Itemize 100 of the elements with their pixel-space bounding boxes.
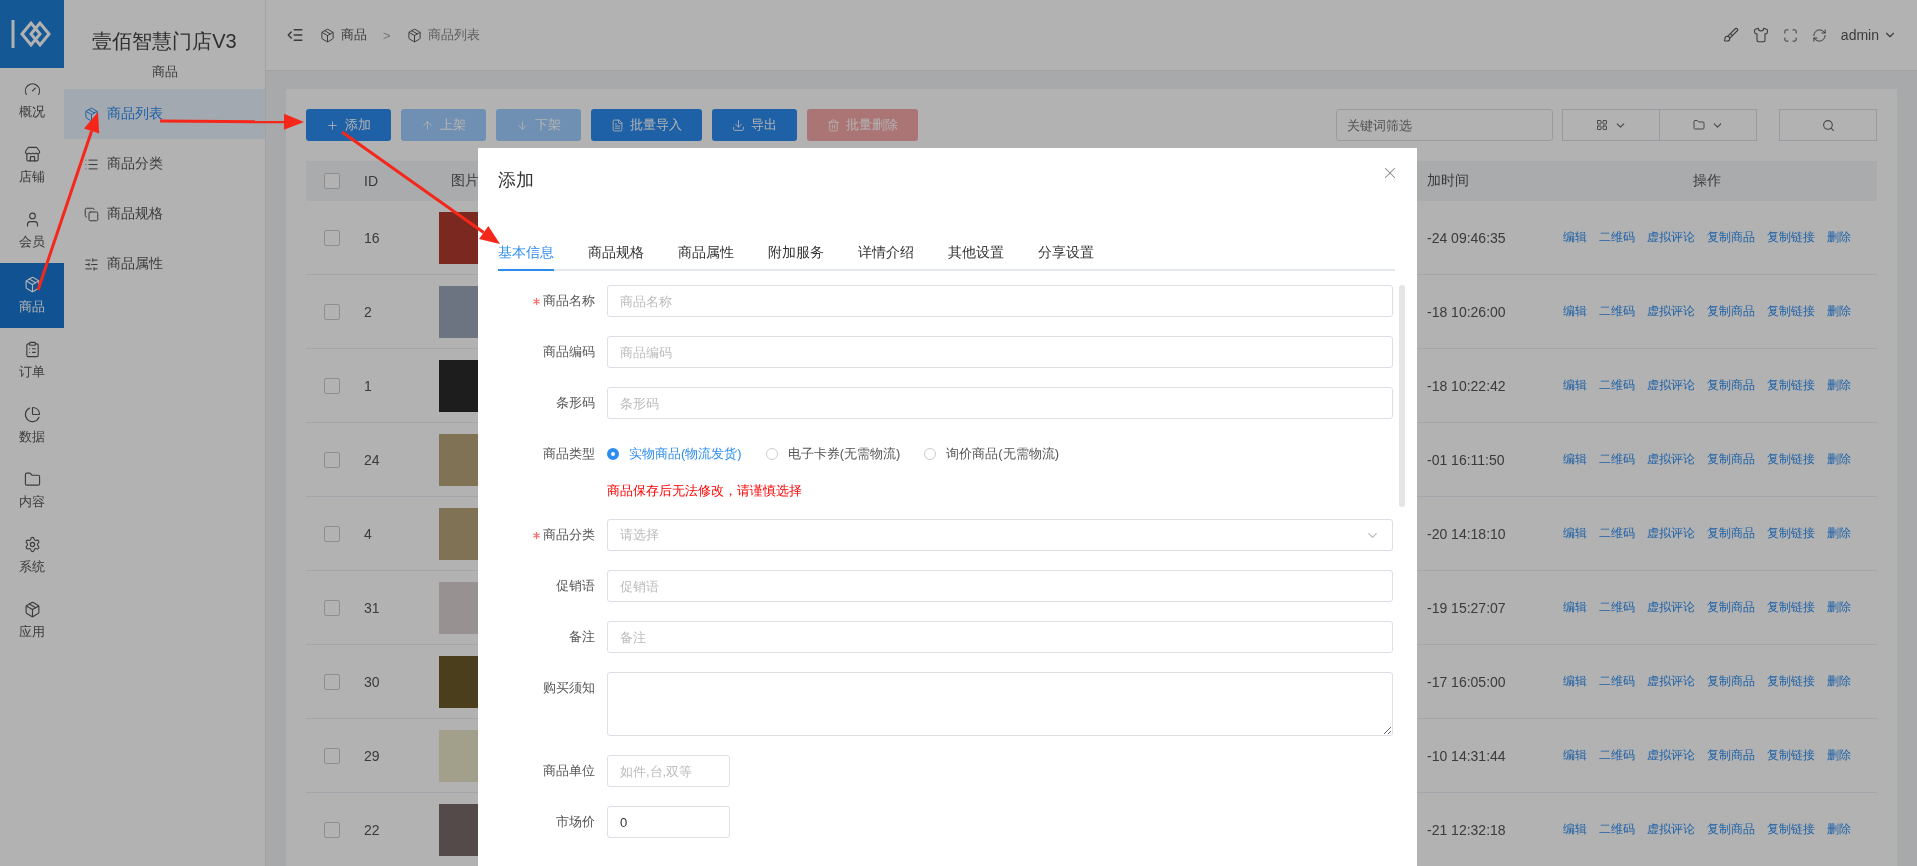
- action-link[interactable]: 虚拟评论: [1647, 747, 1695, 764]
- fullscreen-icon[interactable]: [1782, 27, 1798, 43]
- action-link[interactable]: 编辑: [1563, 229, 1587, 246]
- action-link[interactable]: 虚拟评论: [1647, 229, 1695, 246]
- action-link[interactable]: 复制链接: [1767, 229, 1815, 246]
- action-link[interactable]: 二维码: [1599, 229, 1635, 246]
- action-link[interactable]: 复制商品: [1707, 377, 1755, 394]
- select-field[interactable]: 请选择: [607, 519, 1393, 551]
- action-link[interactable]: 复制链接: [1767, 451, 1815, 468]
- action-link[interactable]: 复制商品: [1707, 303, 1755, 320]
- action-link[interactable]: 二维码: [1599, 525, 1635, 542]
- action-link[interactable]: 复制链接: [1767, 303, 1815, 320]
- action-link[interactable]: 删除: [1827, 747, 1851, 764]
- action-link[interactable]: 二维码: [1599, 747, 1635, 764]
- brush-icon[interactable]: [1722, 27, 1739, 43]
- toolbar-button[interactable]: 添加: [306, 109, 391, 141]
- action-link[interactable]: 二维码: [1599, 673, 1635, 690]
- action-link[interactable]: 虚拟评论: [1647, 599, 1695, 616]
- action-link[interactable]: 虚拟评论: [1647, 377, 1695, 394]
- tab[interactable]: 其他设置: [948, 244, 1004, 271]
- scrollbar[interactable]: [1399, 285, 1405, 507]
- nav-item[interactable]: 商品: [0, 263, 64, 328]
- input-field[interactable]: 促销语: [607, 570, 1393, 602]
- toolbar-button[interactable]: 批量导入: [591, 109, 702, 141]
- action-link[interactable]: 复制链接: [1767, 821, 1815, 838]
- action-link[interactable]: 虚拟评论: [1647, 451, 1695, 468]
- action-link[interactable]: 二维码: [1599, 377, 1635, 394]
- action-link[interactable]: 虚拟评论: [1647, 303, 1695, 320]
- action-link[interactable]: 虚拟评论: [1647, 821, 1695, 838]
- action-link[interactable]: 删除: [1827, 673, 1851, 690]
- action-link[interactable]: 删除: [1827, 821, 1851, 838]
- action-link[interactable]: 复制商品: [1707, 673, 1755, 690]
- radio-button[interactable]: [607, 448, 619, 460]
- action-link[interactable]: 复制商品: [1707, 451, 1755, 468]
- action-link[interactable]: 删除: [1827, 525, 1851, 542]
- shirt-icon[interactable]: [1752, 27, 1769, 43]
- action-link[interactable]: 编辑: [1563, 377, 1587, 394]
- action-link[interactable]: 复制链接: [1767, 599, 1815, 616]
- checkbox[interactable]: [324, 673, 340, 690]
- action-link[interactable]: 二维码: [1599, 599, 1635, 616]
- action-link[interactable]: 虚拟评论: [1647, 673, 1695, 690]
- tab[interactable]: 分享设置: [1038, 244, 1094, 271]
- text-area[interactable]: [607, 672, 1393, 736]
- sidebar-item[interactable]: 商品属性: [64, 239, 265, 289]
- radio-option[interactable]: 询价商品(无需物流): [924, 445, 1059, 463]
- tab[interactable]: 详情介绍: [858, 244, 914, 271]
- nav-item[interactable]: 内容: [0, 458, 64, 523]
- action-link[interactable]: 复制链接: [1767, 525, 1815, 542]
- checkbox[interactable]: [324, 525, 340, 542]
- checkbox[interactable]: [324, 303, 340, 320]
- action-link[interactable]: 二维码: [1599, 303, 1635, 320]
- checkbox[interactable]: [324, 377, 340, 394]
- action-link[interactable]: 删除: [1827, 451, 1851, 468]
- checkbox[interactable]: [324, 747, 340, 764]
- checkbox[interactable]: [324, 821, 340, 838]
- input-field[interactable]: 商品编码: [607, 336, 1393, 368]
- tab[interactable]: 商品规格: [588, 244, 644, 271]
- action-link[interactable]: 编辑: [1563, 747, 1587, 764]
- folder-dropdown[interactable]: [1659, 109, 1757, 141]
- action-link[interactable]: 二维码: [1599, 821, 1635, 838]
- input-field[interactable]: 0: [607, 806, 730, 838]
- action-link[interactable]: 编辑: [1563, 821, 1587, 838]
- action-link[interactable]: 复制链接: [1767, 673, 1815, 690]
- checkbox[interactable]: [324, 599, 340, 616]
- tab[interactable]: 基本信息: [498, 244, 554, 271]
- sidebar-item[interactable]: 商品分类: [64, 139, 265, 189]
- search-button[interactable]: [1779, 109, 1877, 141]
- input-field[interactable]: 备注: [607, 621, 1393, 653]
- action-link[interactable]: 虚拟评论: [1647, 525, 1695, 542]
- action-link[interactable]: 删除: [1827, 303, 1851, 320]
- action-link[interactable]: 复制商品: [1707, 229, 1755, 246]
- action-link[interactable]: 复制商品: [1707, 599, 1755, 616]
- action-link[interactable]: 编辑: [1563, 525, 1587, 542]
- nav-item[interactable]: 概况: [0, 68, 64, 133]
- search-field[interactable]: 关键词筛选: [1336, 109, 1553, 141]
- action-link[interactable]: 复制商品: [1707, 747, 1755, 764]
- sidebar-item[interactable]: 商品规格: [64, 189, 265, 239]
- action-link[interactable]: 删除: [1827, 599, 1851, 616]
- input-field[interactable]: 商品名称: [607, 285, 1393, 317]
- checkbox[interactable]: [324, 229, 340, 246]
- input-field[interactable]: 条形码: [607, 387, 1393, 419]
- layout-dropdown[interactable]: [1562, 109, 1660, 141]
- nav-item[interactable]: 系统: [0, 523, 64, 588]
- action-link[interactable]: 复制商品: [1707, 821, 1755, 838]
- nav-item[interactable]: 订单: [0, 328, 64, 393]
- action-link[interactable]: 删除: [1827, 377, 1851, 394]
- checkbox[interactable]: [324, 451, 340, 468]
- tab[interactable]: 附加服务: [768, 244, 824, 271]
- radio-option[interactable]: 电子卡券(无需物流): [765, 445, 901, 463]
- sidebar-item[interactable]: 商品列表: [64, 89, 265, 139]
- nav-item[interactable]: 数据: [0, 393, 64, 458]
- action-link[interactable]: 二维码: [1599, 451, 1635, 468]
- action-link[interactable]: 编辑: [1563, 599, 1587, 616]
- nav-item[interactable]: 店铺: [0, 133, 64, 198]
- radio-option[interactable]: 实物商品(物流发货): [607, 445, 742, 463]
- nav-item[interactable]: 应用: [0, 588, 64, 653]
- tab[interactable]: 商品属性: [678, 244, 734, 271]
- action-link[interactable]: 复制商品: [1707, 525, 1755, 542]
- menu-icon[interactable]: [286, 26, 304, 44]
- action-link[interactable]: 复制链接: [1767, 377, 1815, 394]
